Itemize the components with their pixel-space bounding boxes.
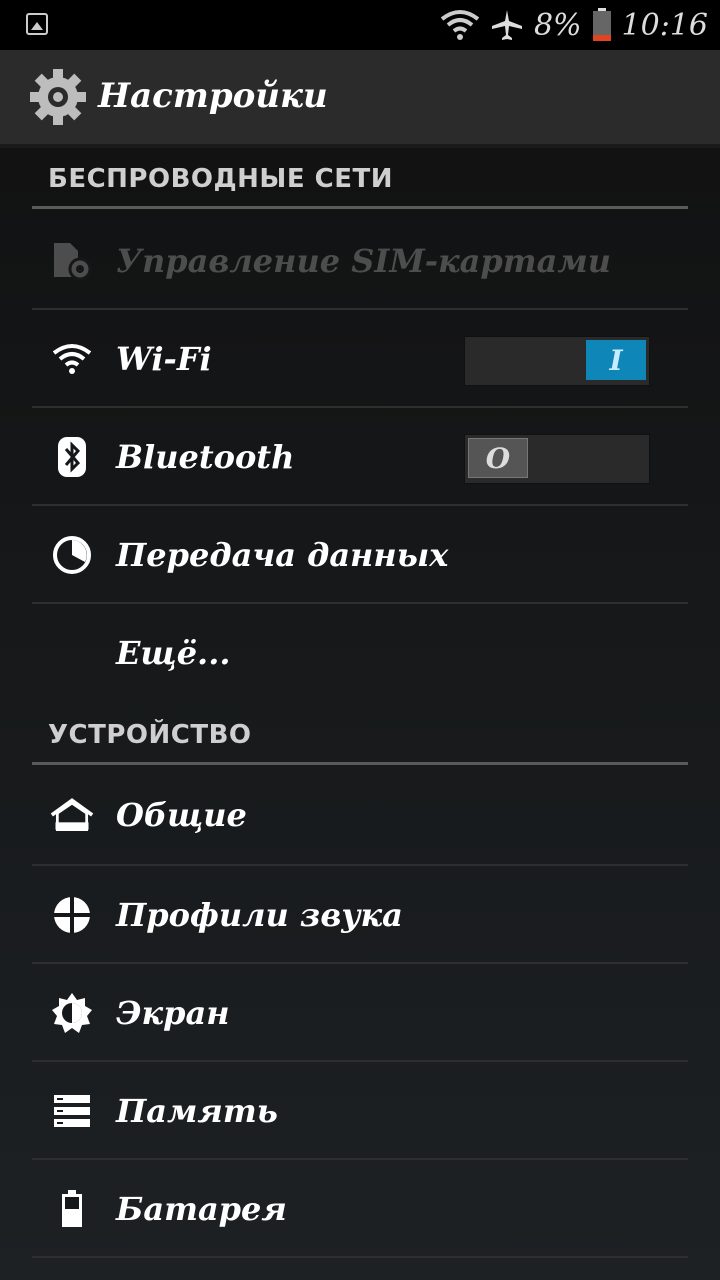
- toggle-thumb: O: [468, 438, 528, 478]
- settings-item-label: Передача данных: [116, 536, 449, 574]
- settings-item-display[interactable]: Экран: [32, 964, 688, 1062]
- settings-item-label: Ещё...: [116, 634, 231, 672]
- section-divider: [32, 762, 688, 765]
- settings-item-label: Экран: [116, 994, 230, 1032]
- bluetooth-toggle[interactable]: O: [464, 434, 650, 484]
- sound-profile-icon: [50, 895, 94, 935]
- battery-icon: [592, 8, 611, 41]
- settings-item-wifi[interactable]: Wi-Fi I: [32, 310, 688, 408]
- settings-item-label: Wi-Fi: [116, 340, 212, 378]
- settings-item-label: Управление SIM-картами: [116, 242, 612, 280]
- section-divider: [32, 206, 688, 209]
- battery-percent: 8%: [533, 7, 582, 43]
- settings-item-label: Батарея: [116, 1190, 287, 1228]
- settings-item-general[interactable]: Общие: [32, 766, 688, 864]
- page-title: Настройки: [98, 76, 328, 116]
- sim-card-icon: [50, 241, 94, 281]
- airplane-icon: [491, 10, 522, 40]
- clock: 10:16: [621, 7, 708, 43]
- bluetooth-icon: [50, 437, 94, 477]
- image-notification-icon: [26, 13, 48, 35]
- settings-item-battery[interactable]: Батарея: [32, 1160, 688, 1258]
- settings-gear-icon[interactable]: [28, 67, 88, 127]
- settings-item-more[interactable]: Ещё...: [32, 604, 688, 702]
- battery-settings-icon: [50, 1189, 94, 1229]
- section-header-device: УСТРОЙСТВО: [48, 720, 252, 750]
- status-bar: 8% 10:16: [0, 0, 720, 50]
- home-icon: [50, 795, 94, 835]
- section-header-wireless: БЕСПРОВОДНЫЕ СЕТИ: [48, 164, 394, 194]
- settings-item-label: Память: [116, 1092, 278, 1130]
- settings-item-label: Общие: [116, 796, 247, 834]
- data-usage-icon: [50, 535, 94, 575]
- toggle-thumb: I: [586, 340, 646, 380]
- app-bar: Настройки: [0, 50, 720, 148]
- settings-item-sound-profiles[interactable]: Профили звука: [32, 866, 688, 964]
- settings-item-label: Bluetooth: [116, 438, 295, 476]
- settings-item-label: Профили звука: [116, 896, 403, 934]
- wifi-icon: [50, 339, 94, 379]
- storage-icon: [50, 1091, 94, 1131]
- settings-item-storage[interactable]: Память: [32, 1062, 688, 1160]
- wifi-toggle[interactable]: I: [464, 336, 650, 386]
- row-divider: [32, 1256, 688, 1258]
- wifi-signal-icon: [440, 10, 480, 40]
- settings-item-bluetooth[interactable]: Bluetooth O: [32, 408, 688, 506]
- settings-item-data-usage[interactable]: Передача данных: [32, 506, 688, 604]
- settings-item-sim[interactable]: Управление SIM-картами: [32, 212, 688, 310]
- brightness-icon: [50, 993, 94, 1033]
